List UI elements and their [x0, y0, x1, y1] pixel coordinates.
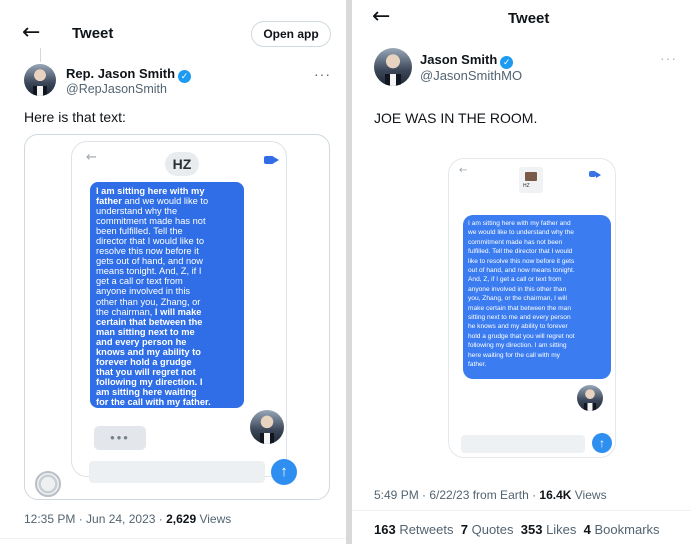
- message-line: anyone involved in this: [96, 286, 191, 297]
- message-bubble: I am sitting here with my father and we …: [463, 215, 611, 379]
- message-line: resolve this now before it: [96, 246, 199, 257]
- tweet-meta: 5:49 PM · 6/22/23 from Earth · 16.4K Vie…: [374, 488, 607, 502]
- likes-stat[interactable]: 353 Likes: [521, 522, 577, 537]
- message-line: been fulfilled. Tell the: [96, 226, 183, 237]
- tweet-text: JOE WAS IN THE ROOM.: [374, 110, 538, 126]
- message-line: I am sitting here with my: [96, 186, 205, 196]
- author-name[interactable]: Jason Smith ✓: [420, 52, 514, 69]
- message-line: following my direction. I: [96, 376, 203, 387]
- sender-avatar: [577, 385, 603, 411]
- likes-label: Likes: [542, 522, 577, 537]
- quotes-stat[interactable]: 7 Quotes: [461, 522, 514, 537]
- bookmarks-label: Bookmarks: [590, 522, 660, 537]
- message-line: understand why the: [96, 206, 178, 217]
- message-line: get a call or text from: [96, 276, 183, 287]
- contact-name: HZ: [523, 183, 530, 189]
- avatar[interactable]: [374, 48, 412, 86]
- views-count: 16.4K: [539, 488, 572, 502]
- message-bubble: I am sitting here with my father and we w…: [90, 182, 244, 408]
- page-title: Tweet: [508, 10, 550, 27]
- quotes-label: Quotes: [467, 522, 514, 537]
- message-input: [461, 435, 585, 453]
- message-text: I am sitting here with my father and we w…: [96, 186, 238, 407]
- video-call-icon: [589, 171, 601, 178]
- message-line: and every person he: [96, 336, 187, 347]
- seal-icon: [35, 471, 61, 497]
- back-arrow-icon[interactable]: ←: [372, 4, 390, 29]
- typing-indicator: •••: [94, 426, 146, 450]
- message-line: gets out of hand, and now: [96, 256, 203, 267]
- retweets-count: 163: [374, 522, 396, 537]
- page-title: Tweet: [72, 25, 114, 42]
- retweets-label: Retweets: [395, 522, 454, 537]
- author-name-text: Rep. Jason Smith: [66, 66, 176, 81]
- retweets-stat[interactable]: 163 Retweets: [374, 522, 454, 537]
- chat-back-icon: ←: [459, 165, 468, 176]
- message-line: that you will regret not: [96, 366, 196, 377]
- bookmarks-count: 4: [583, 522, 591, 537]
- tweet-timestamp[interactable]: 12:35 PM · Jun 24, 2023 ·: [24, 512, 166, 526]
- bookmarks-stat[interactable]: 4 Bookmarks: [584, 522, 660, 537]
- message-text: I am sitting here with my father and we …: [468, 220, 575, 369]
- quotes-count: 7: [460, 522, 468, 537]
- chat-back-icon: ←: [86, 150, 97, 165]
- author-name-text: Jason Smith: [420, 52, 498, 67]
- message-line: man sitting next to me: [96, 326, 195, 337]
- send-icon: ↑: [271, 459, 297, 485]
- author-handle[interactable]: @JasonSmithMO: [420, 68, 522, 83]
- tweet-text: Here is that text:: [24, 109, 126, 125]
- likes-count: 353: [520, 522, 543, 537]
- verified-badge-icon: ✓: [178, 70, 192, 83]
- contact-avatar: HZ: [519, 167, 543, 193]
- message-line: certain that between the: [96, 316, 203, 327]
- message-line: forever hold a grudge: [96, 356, 192, 367]
- phone-screenshot: ← HZ I am sitting here with my father and…: [71, 141, 287, 477]
- thread-connector: [40, 48, 41, 62]
- sender-avatar: [250, 410, 284, 444]
- views-label: Views: [196, 512, 232, 526]
- back-arrow-icon[interactable]: ←: [22, 20, 40, 45]
- right-tweet-panel: ← Tweet Jason Smith ✓ @JasonSmithMO ··· J…: [352, 0, 691, 544]
- message-line: knows and my ability to: [96, 346, 201, 357]
- contact-avatar: HZ: [165, 152, 199, 176]
- left-tweet-panel: ← Tweet Open app Rep. Jason Smith ✓ @RepJ…: [0, 0, 346, 544]
- message-line: father and we would like to: [96, 196, 209, 207]
- more-options-icon[interactable]: ···: [314, 66, 331, 82]
- message-line: the chairman, I will make: [96, 306, 202, 317]
- views-count: 2,629: [166, 512, 197, 526]
- message-line: other than you, Zhang, or: [96, 296, 201, 307]
- more-options-icon[interactable]: ···: [660, 50, 677, 66]
- message-line: commitment made has not: [96, 216, 206, 227]
- views-label: Views: [571, 488, 607, 502]
- message-line: director that I would like to: [96, 236, 204, 247]
- tweet-image-card[interactable]: ← HZ I am sitting here with my father and…: [24, 134, 330, 500]
- author-name[interactable]: Rep. Jason Smith ✓: [66, 66, 192, 83]
- message-line: means tonight. And, Z, if I: [96, 266, 202, 277]
- tweet-meta: 12:35 PM · Jun 24, 2023 · 2,629 Views: [24, 512, 231, 526]
- video-call-icon: [264, 156, 279, 164]
- send-icon: ↑: [592, 433, 612, 453]
- avatar[interactable]: [24, 64, 56, 96]
- open-app-button[interactable]: Open app: [251, 21, 331, 47]
- message-line: for the call with my father.: [96, 396, 211, 407]
- phone-screenshot: ← HZ I am sitting here with my father an…: [448, 158, 616, 458]
- tweet-timestamp[interactable]: 5:49 PM · 6/22/23 from Earth ·: [374, 488, 539, 502]
- author-handle[interactable]: @RepJasonSmith: [66, 82, 167, 96]
- message-line: am sitting here waiting: [96, 386, 197, 397]
- message-input: [89, 461, 265, 483]
- divider: [352, 510, 691, 511]
- engagement-stats: 163 Retweets 7 Quotes 353 Likes 4 Bookma…: [374, 522, 660, 537]
- divider: [0, 538, 346, 539]
